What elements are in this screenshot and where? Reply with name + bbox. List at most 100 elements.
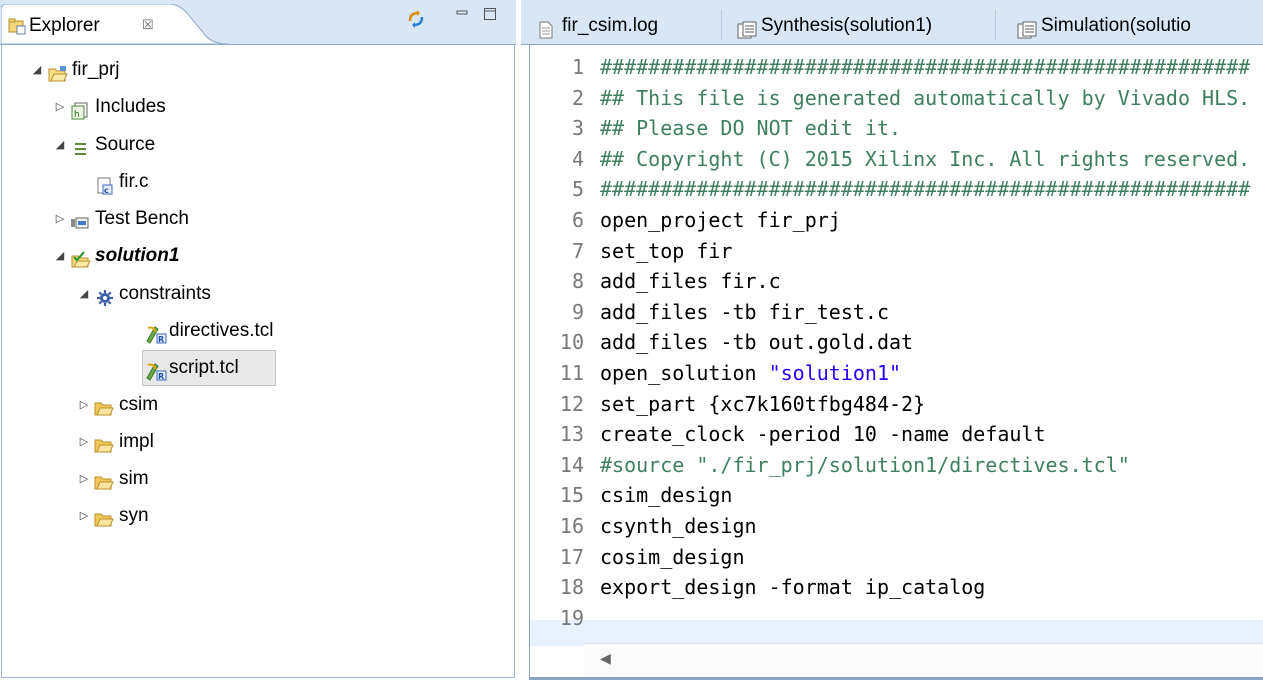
tree-item-solution1[interactable]: ◢ solution1 bbox=[2, 239, 502, 273]
expanded-triangle-icon[interactable]: ◢ bbox=[53, 128, 67, 162]
code-text: create_clock -period 10 -name default bbox=[600, 422, 1046, 447]
line-number: 2 bbox=[571, 85, 584, 110]
tree-item-fir-prj[interactable]: ◢ fir_prj bbox=[2, 53, 502, 87]
tree-item-label: Test Bench bbox=[95, 208, 189, 229]
line-number: 16 bbox=[559, 514, 584, 538]
tab-label: Synthesis(solution1) bbox=[761, 15, 933, 36]
close-tab-icon[interactable]: ☒ bbox=[142, 17, 154, 33]
line-number: 17 bbox=[559, 544, 584, 569]
tree-item-constraints[interactable]: ◢ constraints bbox=[2, 277, 502, 311]
tree-item-label: csim bbox=[119, 394, 159, 415]
folder-icon bbox=[94, 396, 114, 416]
code-text: add_files -tb out.gold.dat bbox=[600, 330, 914, 355]
tcl-file-icon: R bbox=[145, 322, 167, 344]
source-icon bbox=[72, 136, 90, 155]
code-text: open_project fir_prj bbox=[600, 208, 841, 232]
line-number: 15 bbox=[559, 483, 584, 508]
tree-item-label: Source bbox=[95, 134, 156, 155]
code-text: add_files -tb fir_test.c bbox=[600, 299, 889, 324]
collapsed-triangle-icon[interactable]: ▷ bbox=[77, 462, 91, 496]
report-icon bbox=[1017, 17, 1037, 43]
code-text: #source "./fir_prj/solution1/directives.… bbox=[600, 452, 1130, 477]
tree-item-label: fir.c bbox=[119, 171, 149, 192]
tree-item-csim[interactable]: ▷ csim bbox=[2, 388, 502, 422]
tree-item-label: Includes bbox=[95, 96, 166, 117]
explorer-tab[interactable]: Explorer ☒ bbox=[1, 4, 229, 45]
maximize-icon[interactable] bbox=[483, 7, 497, 24]
tree-item-script-tcl[interactable]: R script.tcl bbox=[142, 350, 276, 386]
tree-item-label: constraints bbox=[119, 283, 211, 304]
code-text: cosim_design bbox=[600, 544, 745, 569]
folder-icon bbox=[94, 507, 114, 527]
explorer-view: Explorer ☒ ◢ fir_prj ▷ h Includes ◢ Sour… bbox=[0, 0, 516, 679]
code-text: csim_design bbox=[600, 483, 733, 508]
line-number: 19 bbox=[559, 605, 584, 630]
code-text: ########################################… bbox=[600, 177, 1251, 202]
svg-text:R: R bbox=[158, 372, 164, 381]
line-number: 6 bbox=[571, 208, 584, 232]
tree-item-impl[interactable]: ▷ impl bbox=[2, 425, 502, 459]
tab-synthesis-solution1[interactable]: Synthesis(solution1) bbox=[737, 9, 989, 43]
expanded-triangle-icon[interactable]: ◢ bbox=[77, 277, 91, 311]
line-number: 11 bbox=[559, 361, 584, 385]
log-file-icon bbox=[538, 17, 554, 43]
scroll-left-arrow-icon[interactable]: ◀ bbox=[600, 650, 611, 667]
tree-item-includes[interactable]: ▷ h Includes bbox=[2, 90, 502, 124]
tab-simulation-solution[interactable]: Simulation(solutio bbox=[1017, 9, 1263, 43]
line-number: 14 bbox=[559, 452, 584, 477]
svg-text:R: R bbox=[158, 335, 164, 344]
tree-item-label: script.tcl bbox=[169, 357, 239, 378]
line-number: 5 bbox=[571, 177, 584, 202]
test-bench-icon bbox=[70, 210, 89, 229]
folder-icon bbox=[94, 470, 114, 490]
tcl-file-icon: R bbox=[145, 359, 167, 381]
code-editor[interactable]: 1 #######################################… bbox=[529, 45, 1263, 680]
collapsed-triangle-icon[interactable]: ▷ bbox=[77, 425, 91, 459]
collapsed-triangle-icon[interactable]: ▷ bbox=[53, 90, 67, 124]
collapsed-triangle-icon[interactable]: ▷ bbox=[77, 388, 91, 422]
collapsed-triangle-icon[interactable]: ▷ bbox=[53, 202, 67, 236]
svg-text:c: c bbox=[104, 186, 109, 195]
line-number: 4 bbox=[571, 146, 584, 171]
code-text: ########################################… bbox=[600, 55, 1251, 79]
code-text: ## Please DO NOT edit it. bbox=[600, 116, 902, 141]
tab-label: Simulation(solutio bbox=[1041, 15, 1191, 36]
tree-item-sim[interactable]: ▷ sim bbox=[2, 462, 502, 496]
tree-item-fir-c[interactable]: c fir.c bbox=[2, 165, 502, 199]
explorer-icon bbox=[8, 17, 26, 40]
line-number: 1 bbox=[571, 55, 584, 79]
tree-item-label: solution1 bbox=[95, 245, 180, 266]
code-text: ## Copyright (C) 2015 Xilinx Inc. All ri… bbox=[600, 146, 1251, 171]
svg-text:h: h bbox=[74, 110, 80, 120]
solution-folder-icon bbox=[71, 247, 91, 268]
line-number: 7 bbox=[571, 238, 584, 263]
tree-item-directives-tcl[interactable]: R directives.tcl bbox=[2, 314, 502, 348]
constraints-gear-icon bbox=[96, 285, 114, 306]
includes-icon: h bbox=[70, 98, 88, 120]
tree-item-syn[interactable]: ▷ syn bbox=[2, 499, 502, 533]
tab-separator bbox=[721, 10, 722, 40]
expanded-triangle-icon[interactable]: ◢ bbox=[30, 53, 44, 87]
tree-item-label: sim bbox=[119, 468, 149, 489]
code-text: set_top fir bbox=[600, 238, 733, 263]
tree-item-source[interactable]: ◢ Source bbox=[2, 128, 502, 162]
tree-item-test-bench[interactable]: ▷ Test Bench bbox=[2, 202, 502, 236]
line-number: 3 bbox=[571, 116, 584, 141]
explorer-tabbar: Explorer ☒ bbox=[0, 0, 516, 45]
line-number: 10 bbox=[559, 330, 584, 355]
minimize-icon[interactable] bbox=[455, 5, 469, 22]
line-number: 9 bbox=[571, 299, 584, 324]
tree-item-label: directives.tcl bbox=[169, 320, 274, 341]
code-text: csynth_design bbox=[600, 514, 757, 538]
line-number: 8 bbox=[571, 269, 584, 294]
folder-icon bbox=[94, 433, 114, 453]
expanded-triangle-icon[interactable]: ◢ bbox=[53, 239, 67, 273]
collapsed-triangle-icon[interactable]: ▷ bbox=[77, 499, 91, 533]
horizontal-scrollbar[interactable]: ◀ bbox=[584, 643, 1263, 677]
project-folder-icon bbox=[48, 61, 68, 82]
tab-fir-csim-log[interactable]: fir_csim.log bbox=[538, 9, 698, 43]
link-with-editor-icon[interactable] bbox=[406, 9, 426, 32]
report-icon bbox=[737, 17, 757, 43]
code-command: open_solution bbox=[600, 361, 769, 385]
line-number: 18 bbox=[559, 575, 584, 600]
